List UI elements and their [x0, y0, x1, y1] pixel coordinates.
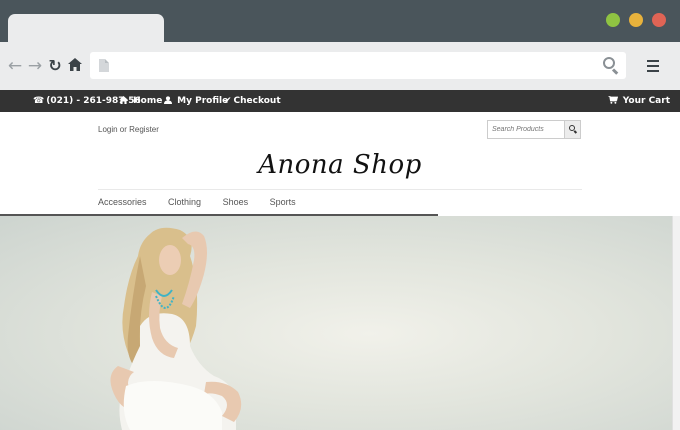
nav-shoes[interactable]: Shoes	[223, 197, 249, 207]
hero-banner-image	[0, 216, 672, 430]
browser-window: ← → ↻ ☎ (021) - 261-987-56 Home My Profi…	[0, 0, 680, 430]
browser-titlebar	[0, 0, 680, 42]
home-icon	[119, 96, 131, 106]
site-header: Login or Register Anona Shop Accessories…	[0, 112, 680, 216]
user-icon	[164, 96, 175, 106]
page-scrollbar[interactable]	[672, 216, 680, 430]
shop-logo[interactable]: Anona Shop	[0, 150, 680, 180]
search-icon[interactable]	[603, 57, 619, 75]
main-nav: Accessories Clothing Shoes Sports	[98, 197, 315, 207]
home-label: Home	[133, 96, 163, 106]
search-input[interactable]	[488, 121, 565, 138]
home-link[interactable]: Home	[119, 90, 162, 112]
nav-sports[interactable]: Sports	[270, 197, 296, 207]
hamburger-menu-icon[interactable]	[647, 60, 659, 72]
cart-label: Your Cart	[622, 96, 670, 106]
profile-label: My Profile	[177, 96, 229, 106]
browser-toolbar: ← → ↻	[0, 42, 680, 90]
cart-icon	[607, 95, 621, 106]
check-icon: ✔	[224, 96, 232, 106]
address-bar[interactable]	[90, 52, 626, 79]
home-icon[interactable]	[66, 57, 84, 75]
profile-link[interactable]: My Profile	[164, 90, 228, 112]
search-button[interactable]	[564, 121, 580, 138]
fashion-model-photo	[110, 227, 242, 430]
back-arrow-icon[interactable]: ←	[6, 57, 24, 75]
phone-icon: ☎	[33, 96, 45, 106]
reload-icon[interactable]: ↻	[46, 57, 64, 75]
cart-link[interactable]: Your Cart	[607, 90, 670, 112]
product-search	[487, 120, 581, 139]
page-icon	[99, 59, 109, 72]
header-divider	[98, 189, 582, 190]
minimize-button[interactable]	[629, 13, 643, 27]
forward-arrow-icon[interactable]: →	[26, 57, 44, 75]
nav-clothing[interactable]: Clothing	[168, 197, 201, 207]
browser-tab[interactable]	[8, 14, 164, 42]
checkout-label: Checkout	[233, 96, 281, 106]
maximize-button[interactable]	[606, 13, 620, 27]
nav-accessories[interactable]: Accessories	[98, 197, 147, 207]
close-button[interactable]	[652, 13, 666, 27]
site-topbar: ☎ (021) - 261-987-56 Home My Profile ✔ Che…	[0, 90, 680, 112]
login-register-link[interactable]: Login or Register	[98, 125, 159, 134]
checkout-link[interactable]: ✔ Checkout	[224, 90, 281, 112]
